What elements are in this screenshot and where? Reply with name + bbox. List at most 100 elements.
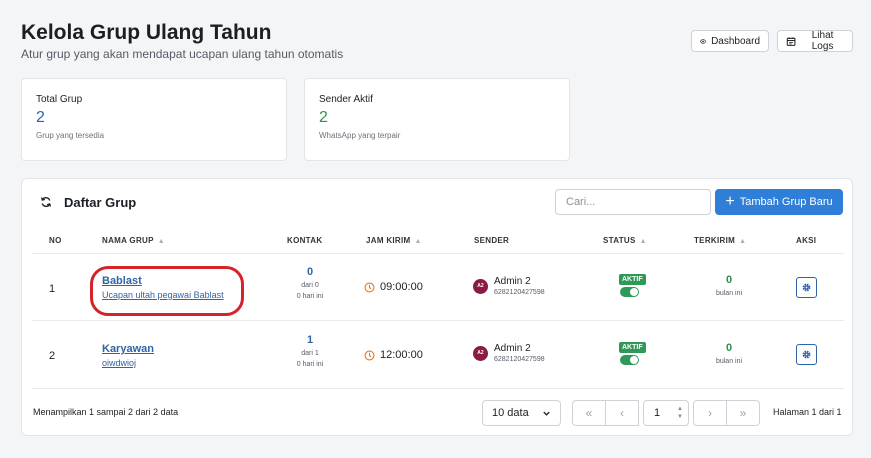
per-page-value: 10 data bbox=[492, 407, 529, 419]
column-header-label: NO bbox=[49, 236, 62, 245]
column-header-actions: AKSI bbox=[796, 236, 816, 245]
plus-icon: + bbox=[725, 193, 735, 210]
sort-icon: ▲ bbox=[157, 238, 165, 245]
per-page-select[interactable]: 10 data bbox=[482, 400, 561, 426]
send-time-cell: 12:00:00 bbox=[364, 349, 423, 361]
divider bbox=[32, 388, 844, 389]
actions-cell bbox=[796, 277, 817, 298]
first-page-button[interactable]: « bbox=[572, 400, 606, 426]
contacts-count: 0 bbox=[306, 266, 314, 278]
sender-name: Admin 2 bbox=[494, 276, 531, 287]
avatar: A2 bbox=[473, 278, 488, 294]
contacts-today: 0 hari ini bbox=[296, 361, 324, 368]
calendar-icon bbox=[786, 36, 796, 46]
contacts-total: dari 1 bbox=[301, 350, 319, 357]
panel-header: Daftar Grup + Tambah Grup Baru bbox=[22, 179, 852, 229]
prev-page-button[interactable]: ‹ bbox=[605, 400, 639, 426]
sort-icon: ▲ bbox=[739, 238, 747, 245]
status-toggle[interactable] bbox=[620, 355, 639, 365]
column-header-label: NAMA GRUP bbox=[102, 236, 154, 245]
sent-count: 0 bbox=[725, 274, 733, 286]
chevron-down-icon bbox=[543, 411, 550, 416]
divider bbox=[32, 253, 844, 254]
column-header-send-time[interactable]: JAM KIRIM ▲ bbox=[366, 236, 422, 245]
page-title: Kelola Grup Ulang Tahun bbox=[21, 21, 272, 44]
stat-card-active-senders: Sender Aktif 2 WhatsApp yang terpair bbox=[304, 78, 570, 161]
settings-button[interactable] bbox=[796, 344, 817, 365]
stat-label: Total Grup bbox=[36, 94, 83, 105]
clock-icon bbox=[364, 349, 375, 361]
send-time: 12:00:00 bbox=[380, 349, 423, 361]
contacts-count: 1 bbox=[306, 334, 314, 346]
gear-icon bbox=[802, 350, 811, 359]
column-header-name[interactable]: NAMA GRUP ▲ bbox=[102, 236, 165, 245]
panel-title: Daftar Grup bbox=[64, 195, 137, 210]
column-header-sent[interactable]: TERKIRIM ▲ bbox=[694, 236, 746, 245]
send-time: 09:00:00 bbox=[380, 281, 423, 293]
group-name-cell: Karyawan oiwdwioj bbox=[102, 343, 154, 368]
status-badge: AKTIF bbox=[619, 274, 646, 285]
stat-label: Sender Aktif bbox=[319, 94, 373, 105]
group-name-link[interactable]: Karyawan bbox=[102, 343, 154, 355]
page-number-value: 1 bbox=[654, 407, 661, 419]
sent-period: bulan ini bbox=[715, 290, 743, 297]
spinner-icon[interactable]: ▲ ▼ bbox=[677, 405, 683, 421]
send-time-cell: 09:00:00 bbox=[364, 281, 423, 293]
sender-phone: 6282120427598 bbox=[494, 289, 545, 296]
sender-name: Admin 2 bbox=[494, 343, 531, 354]
dashboard-button[interactable]: Dashboard bbox=[691, 30, 769, 52]
stat-value: 2 bbox=[319, 109, 328, 126]
clock-icon bbox=[364, 281, 375, 293]
status-toggle[interactable] bbox=[620, 287, 639, 297]
refresh-icon[interactable] bbox=[40, 196, 52, 208]
pagination: « ‹ 1 ▲ ▼ › » bbox=[572, 400, 762, 426]
contacts-cell: 0 dari 0 0 hari ini bbox=[280, 266, 340, 300]
actions-cell bbox=[796, 344, 817, 365]
sort-icon: ▲ bbox=[639, 238, 647, 245]
status-cell: AKTIF bbox=[619, 273, 646, 297]
showing-info: Menampilkan 1 sampai 2 dari 2 data bbox=[33, 407, 179, 417]
divider bbox=[32, 320, 844, 321]
view-logs-button[interactable]: Lihat Logs bbox=[777, 30, 853, 52]
chevron-left-icon: ‹ bbox=[620, 406, 624, 420]
chevron-right-icon: › bbox=[708, 406, 712, 420]
double-chevron-left-icon: « bbox=[585, 406, 593, 420]
contacts-today: 0 hari ini bbox=[296, 293, 324, 300]
contacts-total: dari 0 bbox=[301, 282, 319, 289]
sender-phone: 6282120427598 bbox=[494, 356, 545, 363]
column-header-label: AKSI bbox=[796, 236, 817, 245]
status-badge: AKTIF bbox=[619, 342, 646, 353]
row-number: 2 bbox=[49, 350, 56, 362]
page-subtitle: Atur grup yang akan mendapat ucapan ulan… bbox=[21, 47, 344, 61]
stat-value: 2 bbox=[36, 109, 45, 126]
add-group-label: Tambah Grup Baru bbox=[739, 196, 833, 208]
column-header-status[interactable]: STATUS ▲ bbox=[603, 236, 647, 245]
sort-icon: ▲ bbox=[414, 238, 422, 245]
group-desc-link[interactable]: oiwdwioj bbox=[102, 358, 154, 368]
double-chevron-right-icon: » bbox=[739, 406, 747, 420]
stat-hint: Grup yang tersedia bbox=[36, 131, 105, 140]
status-cell: AKTIF bbox=[619, 341, 646, 365]
page-number-input[interactable]: 1 ▲ ▼ bbox=[643, 400, 689, 426]
search-input[interactable] bbox=[555, 189, 711, 215]
gear-icon bbox=[802, 283, 811, 292]
settings-button[interactable] bbox=[796, 277, 817, 298]
highlight-annotation bbox=[90, 266, 244, 316]
column-header-contacts: KONTAK bbox=[287, 236, 322, 245]
column-header-label: KONTAK bbox=[287, 236, 323, 245]
avatar: A2 bbox=[473, 345, 488, 361]
last-page-button[interactable]: » bbox=[726, 400, 760, 426]
group-list-panel: Daftar Grup + Tambah Grup Baru NO NAMA G… bbox=[21, 178, 853, 436]
column-header-label: JAM KIRIM bbox=[366, 236, 411, 245]
sent-period: bulan ini bbox=[715, 358, 743, 365]
sent-cell: 0 bulan ini bbox=[704, 342, 754, 365]
column-header-label: TERKIRIM bbox=[694, 236, 736, 245]
next-page-button[interactable]: › bbox=[693, 400, 727, 426]
page-info: Halaman 1 dari 1 bbox=[773, 407, 842, 417]
sender-cell: A2 Admin 2 6282120427598 bbox=[473, 343, 545, 363]
stat-card-total-groups: Total Grup 2 Grup yang tersedia bbox=[21, 78, 287, 161]
sent-count: 0 bbox=[725, 342, 733, 354]
column-header-sender: SENDER bbox=[474, 236, 509, 245]
add-group-button[interactable]: + Tambah Grup Baru bbox=[715, 189, 843, 215]
view-logs-label: Lihat Logs bbox=[811, 30, 834, 52]
